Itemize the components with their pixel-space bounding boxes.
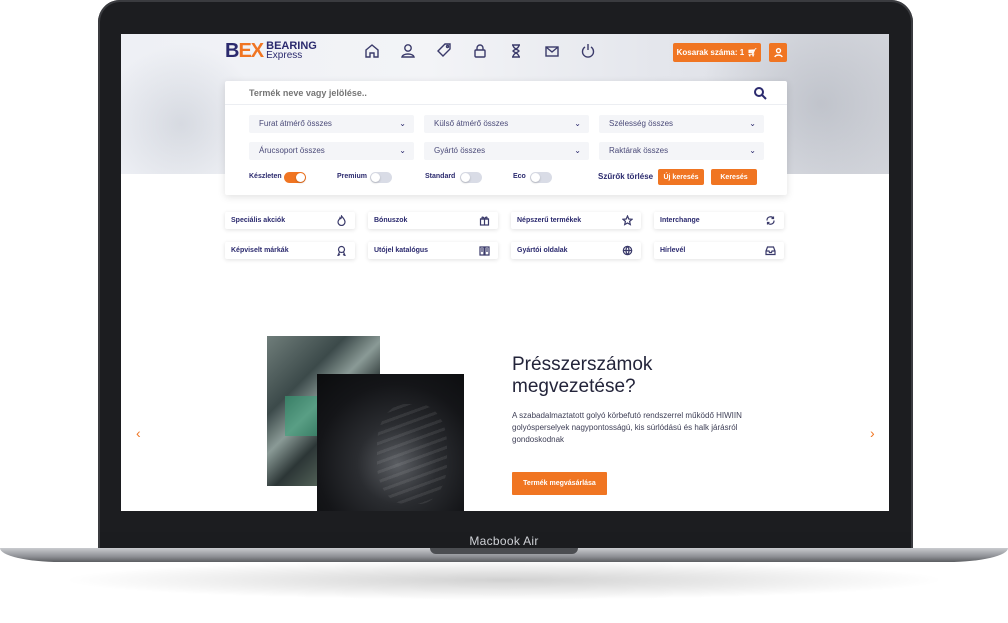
toggle-label-standard: Standard [425, 173, 456, 180]
chevron-left-icon[interactable]: ‹ [136, 425, 141, 441]
standard-toggle[interactable] [460, 172, 482, 183]
clear-filters-link[interactable]: Szűrők törlése [598, 172, 653, 181]
laptop-shadow [60, 560, 948, 600]
home-icon[interactable] [363, 42, 381, 60]
star-icon [621, 214, 634, 226]
chevron-down-icon: ⌄ [749, 146, 756, 155]
quick-link-interchange[interactable]: Interchange [654, 212, 784, 229]
screen: BEX BEARING Express Kosarak száma: 1 🛒︎ … [121, 34, 889, 511]
book-icon [479, 245, 490, 256]
width-select[interactable]: Szélesség összes ⌄ [599, 115, 764, 133]
gift-icon [479, 215, 490, 226]
slide-text: A szabadalmaztatott golyó körbefutó rend… [512, 411, 742, 444]
user-icon[interactable] [399, 42, 417, 60]
lock-icon[interactable] [471, 42, 489, 60]
hourglass-icon[interactable] [507, 42, 525, 60]
buy-product-button[interactable]: Termék megvásárlása [512, 472, 607, 495]
toggle-label-premium: Premium [337, 173, 367, 180]
search-input[interactable] [249, 85, 729, 101]
quick-link-special-offers[interactable]: Speciális akciók [225, 212, 355, 229]
globe-icon [622, 245, 633, 256]
mail-icon[interactable] [543, 42, 561, 60]
search-icon[interactable] [753, 86, 767, 100]
search-button[interactable]: Keresés [711, 169, 757, 185]
chevron-down-icon: ⌄ [574, 146, 581, 155]
fire-icon [336, 214, 347, 227]
cart-label: Kosarak száma: 1 [676, 48, 745, 57]
quick-link-popular-products[interactable]: Népszerű termékek [511, 212, 641, 229]
cart-icon: 🛒︎ [747, 48, 758, 57]
manufacturer-select[interactable]: Gyártó összes ⌄ [424, 142, 589, 160]
search-row [225, 81, 787, 105]
quick-link-bonuses[interactable]: Bónuszok [368, 212, 498, 229]
quick-link-brands[interactable]: Képviselt márkák [225, 242, 355, 259]
header-nav [363, 42, 597, 60]
premium-toggle[interactable] [370, 172, 392, 183]
product-group-select[interactable]: Árucsoport összes ⌄ [249, 142, 414, 160]
badge-icon [336, 245, 347, 257]
search-panel: Furat átmérő összes⌄ Külső átmérő összes… [225, 81, 787, 195]
account-button[interactable] [769, 43, 787, 62]
in-stock-toggle[interactable] [284, 172, 306, 183]
chevron-down-icon: ⌄ [399, 119, 406, 128]
logo[interactable]: BEX BEARING Express [225, 40, 317, 62]
toggle-label-in-stock: Készleten [249, 173, 282, 180]
quick-link-suffix-catalog[interactable]: Utójel katalógus [368, 242, 498, 259]
user-icon [773, 47, 783, 58]
chevron-right-icon[interactable]: › [870, 425, 875, 441]
quick-link-manufacturer-pages[interactable]: Gyártói oldalak [511, 242, 641, 259]
cart-button[interactable]: Kosarak száma: 1 🛒︎ [673, 43, 761, 62]
new-search-button[interactable]: Új keresés [658, 169, 704, 185]
laptop-notch [430, 548, 578, 554]
chevron-down-icon: ⌄ [749, 119, 756, 128]
chevron-down-icon: ⌄ [399, 146, 406, 155]
outer-diameter-select[interactable]: Külső átmérő összes ⌄ [424, 115, 589, 133]
toggle-label-eco: Eco [513, 173, 526, 180]
inbox-icon [765, 245, 776, 256]
chevron-down-icon: ⌄ [574, 119, 581, 128]
tag-icon[interactable] [435, 42, 453, 60]
bore-diameter-select[interactable]: Furat átmérő összes ⌄ [249, 115, 414, 133]
power-icon[interactable] [579, 42, 597, 60]
logo-mark: BEX [225, 39, 264, 62]
logo-text: BEARING Express [266, 40, 317, 61]
eco-toggle[interactable] [530, 172, 552, 183]
warehouse-select[interactable]: Raktárak összes ⌄ [599, 142, 764, 160]
device-label: Macbook Air [469, 534, 539, 548]
quick-link-newsletter[interactable]: Hírlevél [654, 242, 784, 259]
gear-photo [317, 374, 464, 511]
slide-title: Présszerszámok megvezetése? [512, 354, 653, 397]
refresh-icon [765, 215, 776, 226]
